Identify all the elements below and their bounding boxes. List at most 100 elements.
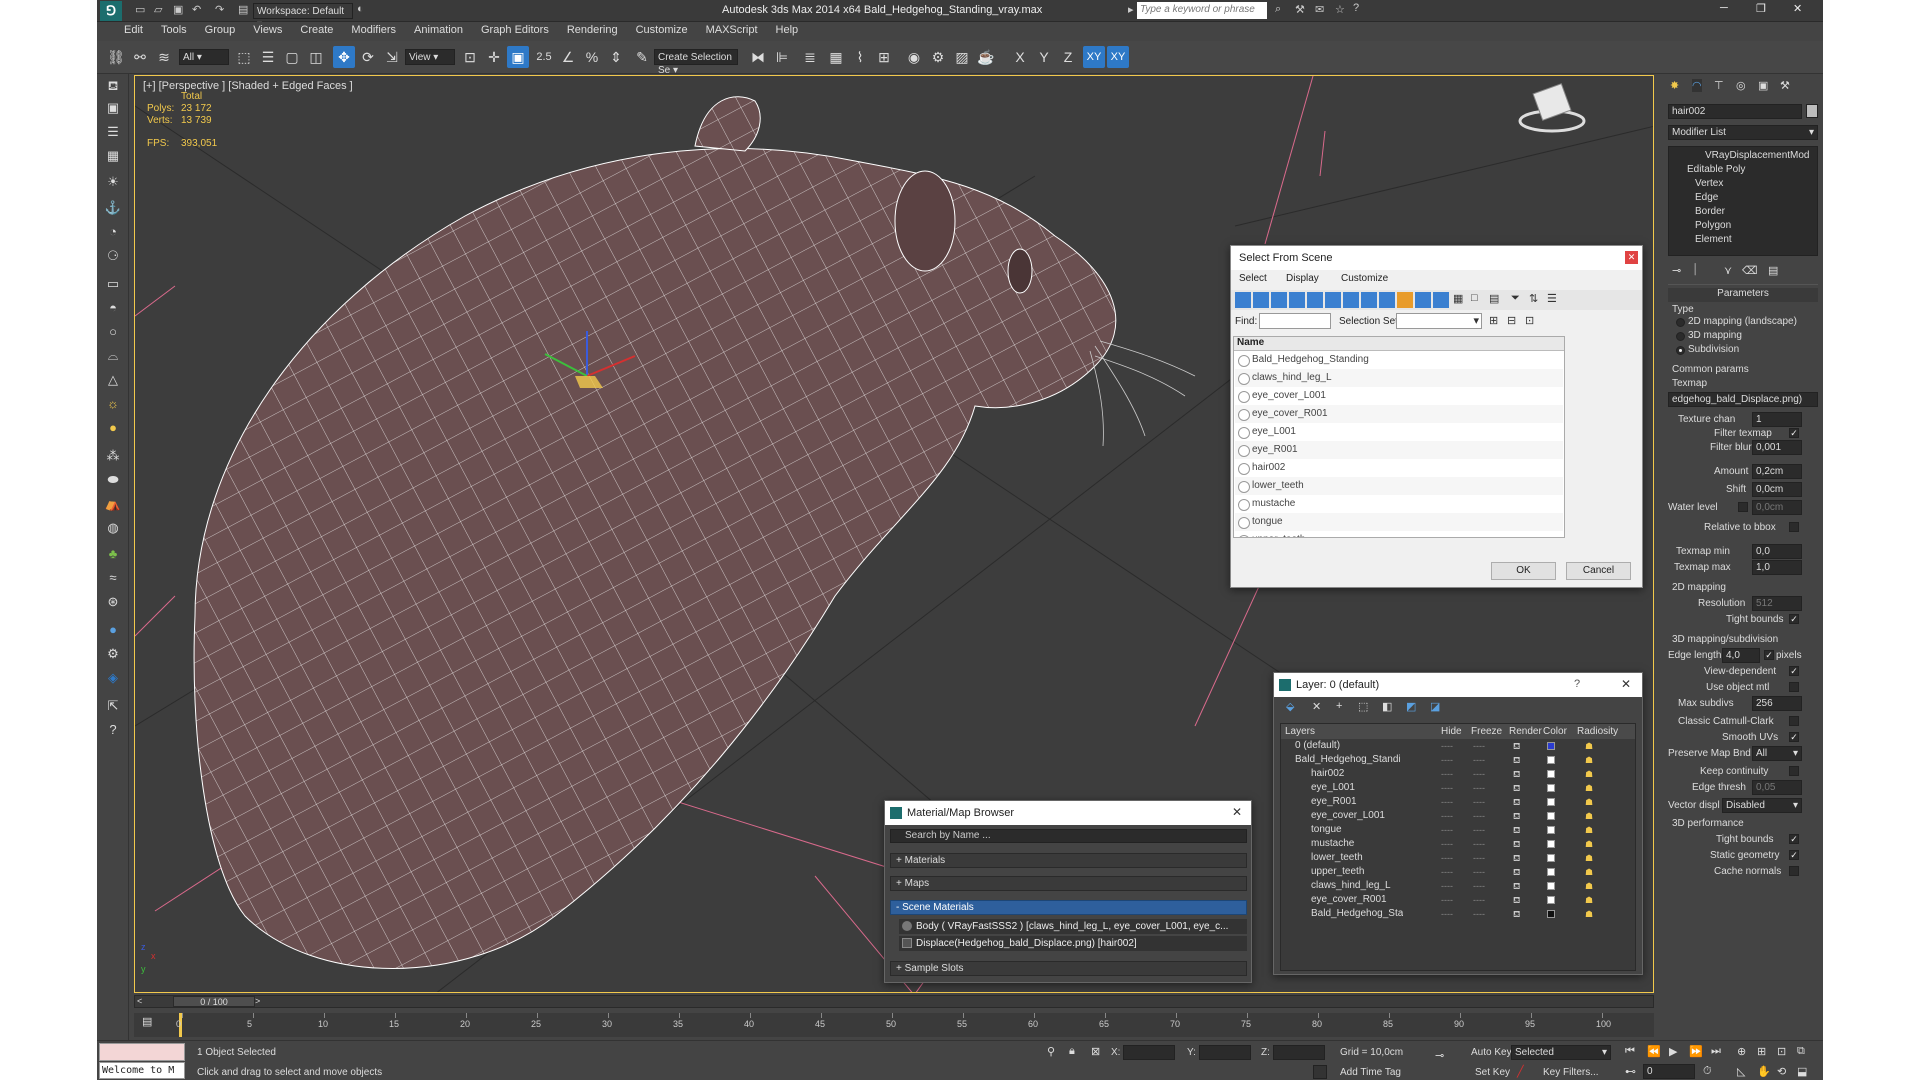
radiosity-icon[interactable]: ☗ bbox=[1585, 823, 1593, 837]
percent-snap-icon[interactable]: % bbox=[581, 46, 603, 68]
track-bar-icon[interactable]: ▤ bbox=[142, 1015, 152, 1028]
hide-toggle[interactable]: ---- bbox=[1441, 739, 1453, 753]
display-invert-icon[interactable]: ▤ bbox=[1489, 292, 1499, 305]
sfs-column-name[interactable]: Name bbox=[1234, 337, 1564, 351]
zoom-extents-icon[interactable]: ⊡ bbox=[1777, 1045, 1786, 1058]
grid-icon[interactable]: ▦ bbox=[103, 146, 123, 166]
stack-item-vraydisplacement[interactable]: VRayDisplacementMod bbox=[1705, 150, 1810, 161]
render-icon[interactable]: ▣ bbox=[103, 98, 123, 118]
capsule-icon[interactable]: ⬬ bbox=[103, 470, 123, 490]
curve-editor-icon[interactable]: ⌇ bbox=[849, 46, 871, 68]
filter-bones-icon[interactable] bbox=[1379, 292, 1395, 308]
configure-sets-icon[interactable]: ▤ bbox=[1768, 264, 1778, 277]
water-level-checkbox[interactable] bbox=[1738, 502, 1748, 512]
edge-length-spinner[interactable]: 4,0 bbox=[1722, 648, 1760, 663]
tight-bounds-2d-checkbox[interactable]: ✓ bbox=[1789, 614, 1799, 624]
maxscript-mini-input[interactable]: Welcome to M bbox=[99, 1062, 185, 1079]
select-manipulate-icon[interactable]: ✛ bbox=[483, 46, 505, 68]
radiosity-icon[interactable]: ☗ bbox=[1585, 753, 1593, 767]
pan-icon[interactable]: ✋ bbox=[1757, 1065, 1771, 1078]
auto-key-button[interactable]: Auto Key bbox=[1471, 1047, 1512, 1058]
freeze-toggle[interactable]: ---- bbox=[1473, 851, 1485, 865]
help-bulb-icon[interactable]: ◐ bbox=[357, 3, 364, 15]
freeze-toggle[interactable]: ---- bbox=[1473, 739, 1485, 753]
layer-color-swatch[interactable] bbox=[1547, 798, 1555, 806]
modify-tab-icon[interactable]: ◠ bbox=[1692, 79, 1702, 92]
matb-scene-item[interactable]: Displace(Hedgehog_bald_Displace.png) [ha… bbox=[899, 936, 1247, 951]
radiosity-icon[interactable]: ☗ bbox=[1585, 865, 1593, 879]
layer-color-swatch[interactable] bbox=[1547, 854, 1555, 862]
axis-xy-button[interactable]: XY bbox=[1083, 46, 1105, 68]
hide-toggle[interactable]: ---- bbox=[1441, 753, 1453, 767]
shift-spinner[interactable]: 0,0cm bbox=[1752, 482, 1802, 497]
cache-normals-checkbox[interactable] bbox=[1789, 866, 1799, 876]
redo-icon[interactable]: ↷ bbox=[215, 3, 224, 16]
create-tab-icon[interactable]: ✸ bbox=[1670, 79, 1679, 92]
layer-row[interactable]: 0 (default) ---- ---- ⛾ ☗ bbox=[1281, 739, 1633, 753]
time-config-icon[interactable]: ⏱ bbox=[1703, 1065, 1712, 1078]
parameters-rollout-header[interactable]: Parameters bbox=[1668, 288, 1818, 302]
filter-xrefs-icon[interactable] bbox=[1361, 292, 1377, 308]
window-crossing-icon[interactable]: ◫ bbox=[305, 46, 327, 68]
goto-start-icon[interactable]: ⏮ bbox=[1625, 1045, 1635, 1058]
hide-toggle[interactable]: ---- bbox=[1441, 767, 1453, 781]
menu-rendering[interactable]: Rendering bbox=[558, 22, 627, 36]
utilities-tab-icon[interactable]: ⚒ bbox=[1780, 79, 1790, 92]
col-freeze[interactable]: Freeze bbox=[1471, 726, 1502, 737]
render-teapot-icon[interactable]: ⛾ bbox=[1513, 851, 1520, 865]
orbit-icon[interactable]: ⟲ bbox=[1777, 1065, 1786, 1078]
zoom-extents-all-icon[interactable]: ⧉ bbox=[1797, 1045, 1805, 1058]
render-teapot-icon[interactable]: ⛾ bbox=[1513, 907, 1520, 921]
key-mode-toggle-icon[interactable]: ⊷ bbox=[1625, 1065, 1636, 1078]
zoom-all-icon[interactable]: ⊞ bbox=[1757, 1045, 1766, 1058]
filter-cameras-icon[interactable] bbox=[1289, 292, 1305, 308]
radiosity-icon[interactable]: ☗ bbox=[1585, 809, 1593, 823]
hide-toggle[interactable]: ---- bbox=[1441, 907, 1453, 921]
schematic-view-icon[interactable]: ⊞ bbox=[873, 46, 895, 68]
hide-toggle[interactable]: ---- bbox=[1441, 879, 1453, 893]
sfs-find-input[interactable] bbox=[1259, 313, 1331, 329]
box-icon[interactable]: ▭ bbox=[103, 274, 123, 294]
sfs-menu-customize[interactable]: Customize bbox=[1341, 273, 1388, 284]
hierarchy-tab-icon[interactable]: ⊤ bbox=[1714, 79, 1724, 92]
display-none-icon[interactable]: □ bbox=[1471, 292, 1478, 304]
show-end-result-icon[interactable]: ⏐ bbox=[1692, 264, 1698, 277]
list-item[interactable]: eye_cover_L001 bbox=[1235, 387, 1563, 405]
col-color[interactable]: Color bbox=[1543, 726, 1567, 737]
rect-selection-icon[interactable]: ▢ bbox=[281, 46, 303, 68]
time-prev-icon[interactable]: < bbox=[137, 996, 142, 1006]
edit-named-selection-icon[interactable]: ✎ bbox=[631, 46, 653, 68]
freeze-toggle[interactable]: ---- bbox=[1473, 809, 1485, 823]
lock-selection-icon[interactable]: 🔒︎ bbox=[1069, 1045, 1075, 1058]
link-icon[interactable]: ⛓ bbox=[105, 46, 127, 68]
menu-views[interactable]: Views bbox=[244, 22, 291, 36]
list-item[interactable]: upper_teeth bbox=[1235, 531, 1563, 537]
current-frame-input[interactable]: 0 bbox=[1643, 1064, 1695, 1079]
project-icon[interactable]: ▤ bbox=[238, 3, 248, 16]
render-teapot-icon[interactable]: ⛾ bbox=[1513, 753, 1520, 767]
render-teapot-icon[interactable]: ⛾ bbox=[1513, 795, 1520, 809]
workspace-dropdown[interactable]: Workspace: Default ▾ bbox=[253, 3, 353, 30]
ball-icon[interactable]: ● bbox=[103, 620, 123, 640]
unlink-icon[interactable]: ⚯ bbox=[129, 46, 151, 68]
search-arrow-icon[interactable]: ▸ bbox=[1128, 3, 1134, 16]
hide-toggle[interactable]: ---- bbox=[1441, 893, 1453, 907]
create-layer-icon[interactable]: ⬙ bbox=[1286, 700, 1294, 713]
zoom-icon[interactable]: ⊕ bbox=[1737, 1045, 1746, 1058]
select-move-icon[interactable]: ✥ bbox=[333, 46, 355, 68]
rendered-frame-icon[interactable]: ▨ bbox=[951, 46, 973, 68]
layer-help-button[interactable]: ? bbox=[1574, 678, 1580, 690]
render-setup-icon[interactable]: ⚙ bbox=[927, 46, 949, 68]
align-icon[interactable]: ⊫ bbox=[771, 46, 793, 68]
list-icon[interactable]: ☰ bbox=[103, 122, 123, 142]
render-production-icon[interactable]: ☕ bbox=[975, 46, 997, 68]
render-teapot-icon[interactable]: ⛾ bbox=[1513, 739, 1520, 753]
freeze-toggle[interactable]: ---- bbox=[1473, 753, 1485, 767]
hair-icon[interactable]: ≈ bbox=[103, 568, 123, 588]
list-item[interactable]: Bald_Hedgehog_Standing bbox=[1235, 351, 1563, 369]
fov-icon[interactable]: ◺ bbox=[1737, 1065, 1745, 1078]
cone-icon[interactable]: △ bbox=[103, 370, 123, 390]
save-file-icon[interactable]: ▣ bbox=[173, 3, 183, 16]
amount-spinner[interactable]: 0,2cm bbox=[1752, 464, 1802, 479]
spinner-snap-icon[interactable]: ⇕ bbox=[605, 46, 627, 68]
